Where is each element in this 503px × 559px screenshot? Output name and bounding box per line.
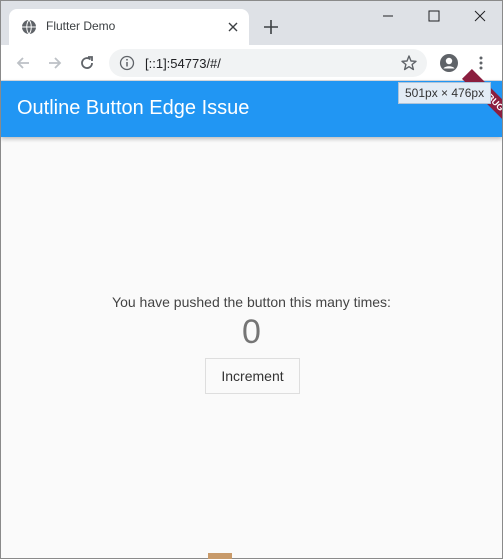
address-bar[interactable]: [::1]:54773/#/ — [109, 49, 427, 77]
close-icon[interactable] — [225, 19, 241, 35]
counter-value: 0 — [242, 313, 261, 351]
account-circle-icon[interactable] — [437, 51, 461, 75]
info-icon[interactable] — [119, 55, 135, 71]
star-icon[interactable] — [400, 54, 418, 72]
browser-tab[interactable]: Flutter Demo — [9, 9, 249, 45]
window-close-icon[interactable] — [457, 1, 502, 31]
minimize-icon[interactable] — [365, 1, 411, 31]
page-title: Outline Button Edge Issue — [17, 97, 250, 119]
browser-window: Flutter Demo [::1]:54773/#/ Outline Butt… — [0, 0, 503, 559]
tab-strip: Flutter Demo — [1, 1, 502, 45]
taskbar-thumbnail — [208, 553, 232, 559]
tab-title: Flutter Demo — [46, 19, 116, 33]
size-tooltip: 501px × 476px — [398, 82, 492, 104]
url-text[interactable]: [::1]:54773/#/ — [145, 56, 221, 71]
counter-label: You have pushed the button this many tim… — [112, 294, 391, 310]
reload-icon[interactable] — [75, 51, 99, 75]
arrow-left-icon[interactable] — [11, 51, 35, 75]
globe-icon — [22, 19, 36, 35]
plus-icon[interactable] — [261, 17, 281, 37]
arrow-right-icon[interactable] — [43, 51, 67, 75]
increment-button[interactable]: Increment — [205, 358, 300, 394]
maximize-icon[interactable] — [411, 1, 457, 31]
browser-toolbar: [::1]:54773/#/ — [1, 45, 502, 81]
